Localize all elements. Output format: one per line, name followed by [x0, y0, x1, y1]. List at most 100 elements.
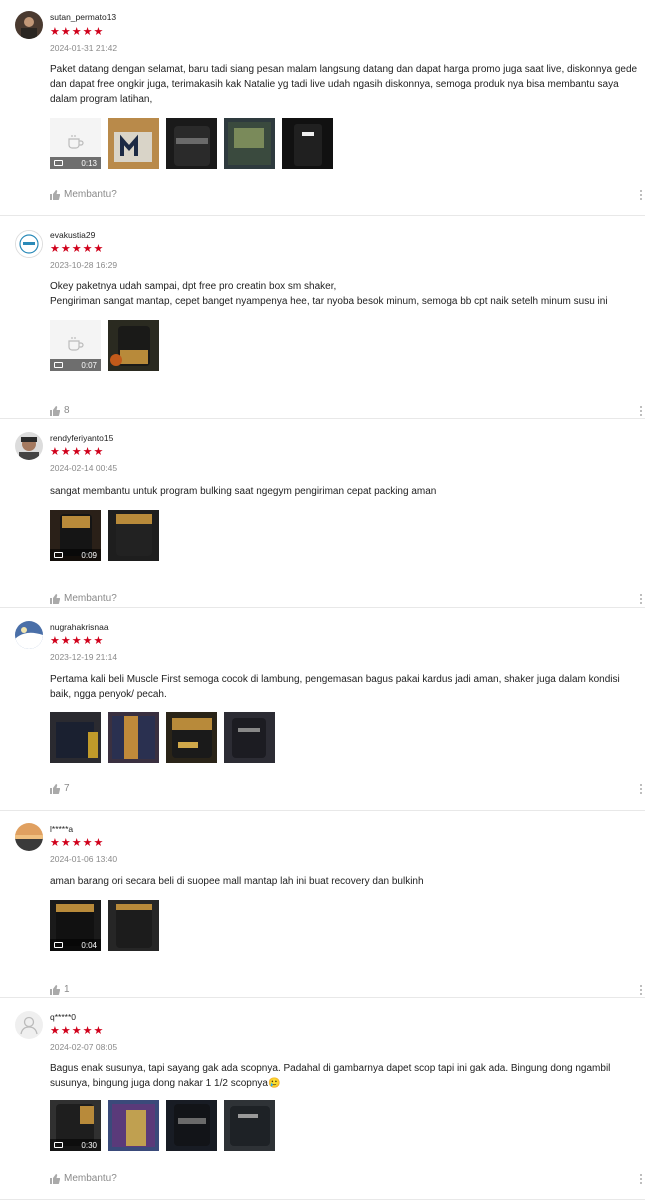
video-duration: 0:09: [81, 550, 97, 560]
video-thumbnail[interactable]: 0:04: [50, 900, 101, 951]
username: nugrahakrisnaa: [50, 622, 109, 632]
more-options-icon[interactable]: [640, 190, 643, 200]
review-date: 2024-01-31 21:42: [50, 43, 118, 53]
helpful-count: 8: [64, 405, 70, 416]
review-date: 2024-02-14 00:45: [50, 463, 118, 473]
thumbs-up-icon: [50, 984, 60, 995]
helpful-button[interactable]: Membantu?: [50, 593, 117, 604]
review-date: 2023-10-28 16:29: [50, 260, 118, 270]
video-duration: 0:30: [81, 1140, 97, 1150]
thumbs-up-icon: [50, 189, 60, 200]
username: l*****a: [50, 824, 74, 834]
video-camera-icon: [54, 1142, 63, 1148]
more-options-icon[interactable]: [640, 1174, 643, 1184]
helpful-button[interactable]: 8: [50, 405, 70, 416]
media-gallery: 0:07: [50, 320, 159, 371]
helpful-button[interactable]: Membantu?: [50, 1173, 117, 1184]
avatar[interactable]: [15, 621, 43, 649]
review-text: Paket datang dengan selamat, baru tadi s…: [50, 64, 638, 105]
video-duration: 0:04: [81, 940, 97, 950]
video-overlay: 0:04: [50, 939, 101, 951]
video-overlay: 0:30: [50, 1139, 101, 1151]
review-image[interactable]: [108, 900, 159, 951]
review-image[interactable]: [224, 1100, 275, 1151]
review-item: sutan_permato13 ★★★★★ 2024-01-31 21:42 P…: [0, 0, 645, 216]
cup-icon: [68, 135, 84, 149]
review-text: Bagus enak susunya, tapi sayang gak ada …: [50, 1063, 611, 1089]
media-gallery: 0:13: [50, 118, 333, 169]
video-thumbnail[interactable]: 0:09: [50, 510, 101, 561]
review-item: evakustia29 ★★★★★ 2023-10-28 16:29 Okey …: [0, 216, 645, 419]
more-options-icon[interactable]: [640, 594, 643, 604]
video-overlay: 0:09: [50, 549, 101, 561]
username: q*****0: [50, 1012, 76, 1022]
username: sutan_permato13: [50, 12, 117, 22]
thumbs-up-icon: [50, 1173, 60, 1184]
video-overlay: 0:13: [50, 157, 101, 169]
media-gallery: [50, 712, 275, 763]
review-image[interactable]: [282, 118, 333, 169]
review-item: l*****a ★★★★★ 2024-01-06 13:40 aman bara…: [0, 811, 645, 998]
video-camera-icon: [54, 160, 63, 166]
review-image[interactable]: [108, 118, 159, 169]
review-image[interactable]: [224, 118, 275, 169]
avatar[interactable]: [15, 823, 43, 851]
review-image[interactable]: [108, 712, 159, 763]
rating-stars: ★★★★★: [50, 635, 105, 647]
review-text: aman barang ori secara beli di suopee ma…: [50, 876, 424, 887]
username: rendyferiyanto15: [50, 433, 114, 443]
helpful-button[interactable]: 7: [50, 783, 70, 794]
review-text: sangat membantu untuk program bulking sa…: [50, 486, 437, 497]
review-image[interactable]: [108, 1100, 159, 1151]
media-gallery: 0:30: [50, 1100, 275, 1151]
rating-stars: ★★★★★: [50, 837, 105, 849]
username: evakustia29: [50, 230, 96, 240]
review-date: 2024-02-07 08:05: [50, 1042, 118, 1052]
review-item: nugrahakrisnaa ★★★★★ 2023-12-19 21:14 Pe…: [0, 608, 645, 811]
rating-stars: ★★★★★: [50, 446, 105, 458]
more-options-icon[interactable]: [640, 784, 643, 794]
thumbs-up-icon: [50, 593, 60, 604]
avatar[interactable]: [15, 1011, 43, 1039]
video-camera-icon: [54, 362, 63, 368]
review-item: q*****0 ★★★★★ 2024-02-07 08:05 Bagus ena…: [0, 998, 645, 1200]
rating-stars: ★★★★★: [50, 243, 105, 255]
video-duration: 0:07: [81, 360, 97, 370]
more-options-icon[interactable]: [640, 985, 643, 995]
rating-stars: ★★★★★: [50, 1025, 105, 1037]
more-options-icon[interactable]: [640, 406, 643, 416]
video-duration: 0:13: [81, 158, 97, 168]
helpful-button[interactable]: Membantu?: [50, 189, 117, 200]
video-camera-icon: [54, 552, 63, 558]
review-image[interactable]: [50, 712, 101, 763]
rating-stars: ★★★★★: [50, 26, 105, 38]
helpful-label: Membantu?: [64, 593, 117, 604]
video-thumbnail[interactable]: 0:30: [50, 1100, 101, 1151]
video-thumbnail[interactable]: 0:07: [50, 320, 101, 371]
helpful-count: 7: [64, 783, 70, 794]
media-gallery: 0:04: [50, 900, 159, 951]
video-camera-icon: [54, 942, 63, 948]
review-image[interactable]: [166, 1100, 217, 1151]
cup-icon: [68, 337, 84, 351]
helpful-label: Membantu?: [64, 189, 117, 200]
avatar[interactable]: [15, 432, 43, 460]
review-image[interactable]: [166, 712, 217, 763]
helpful-label: Membantu?: [64, 1173, 117, 1184]
review-date: 2024-01-06 13:40: [50, 854, 118, 864]
review-image[interactable]: [166, 118, 217, 169]
review-item: rendyferiyanto15 ★★★★★ 2024-02-14 00:45 …: [0, 419, 645, 608]
review-image[interactable]: [108, 510, 159, 561]
avatar[interactable]: [15, 230, 43, 258]
avatar[interactable]: [15, 11, 43, 39]
review-image[interactable]: [224, 712, 275, 763]
review-date: 2023-12-19 21:14: [50, 652, 118, 662]
helpful-count: 1: [64, 984, 70, 995]
video-thumbnail[interactable]: 0:13: [50, 118, 101, 169]
thumbs-up-icon: [50, 405, 60, 416]
review-text: Pertama kali beli Muscle First semoga co…: [50, 674, 620, 700]
review-text: Okey paketnya udah sampai, dpt free pro …: [50, 281, 608, 307]
video-overlay: 0:07: [50, 359, 101, 371]
helpful-button[interactable]: 1: [50, 984, 70, 995]
review-image[interactable]: [108, 320, 159, 371]
